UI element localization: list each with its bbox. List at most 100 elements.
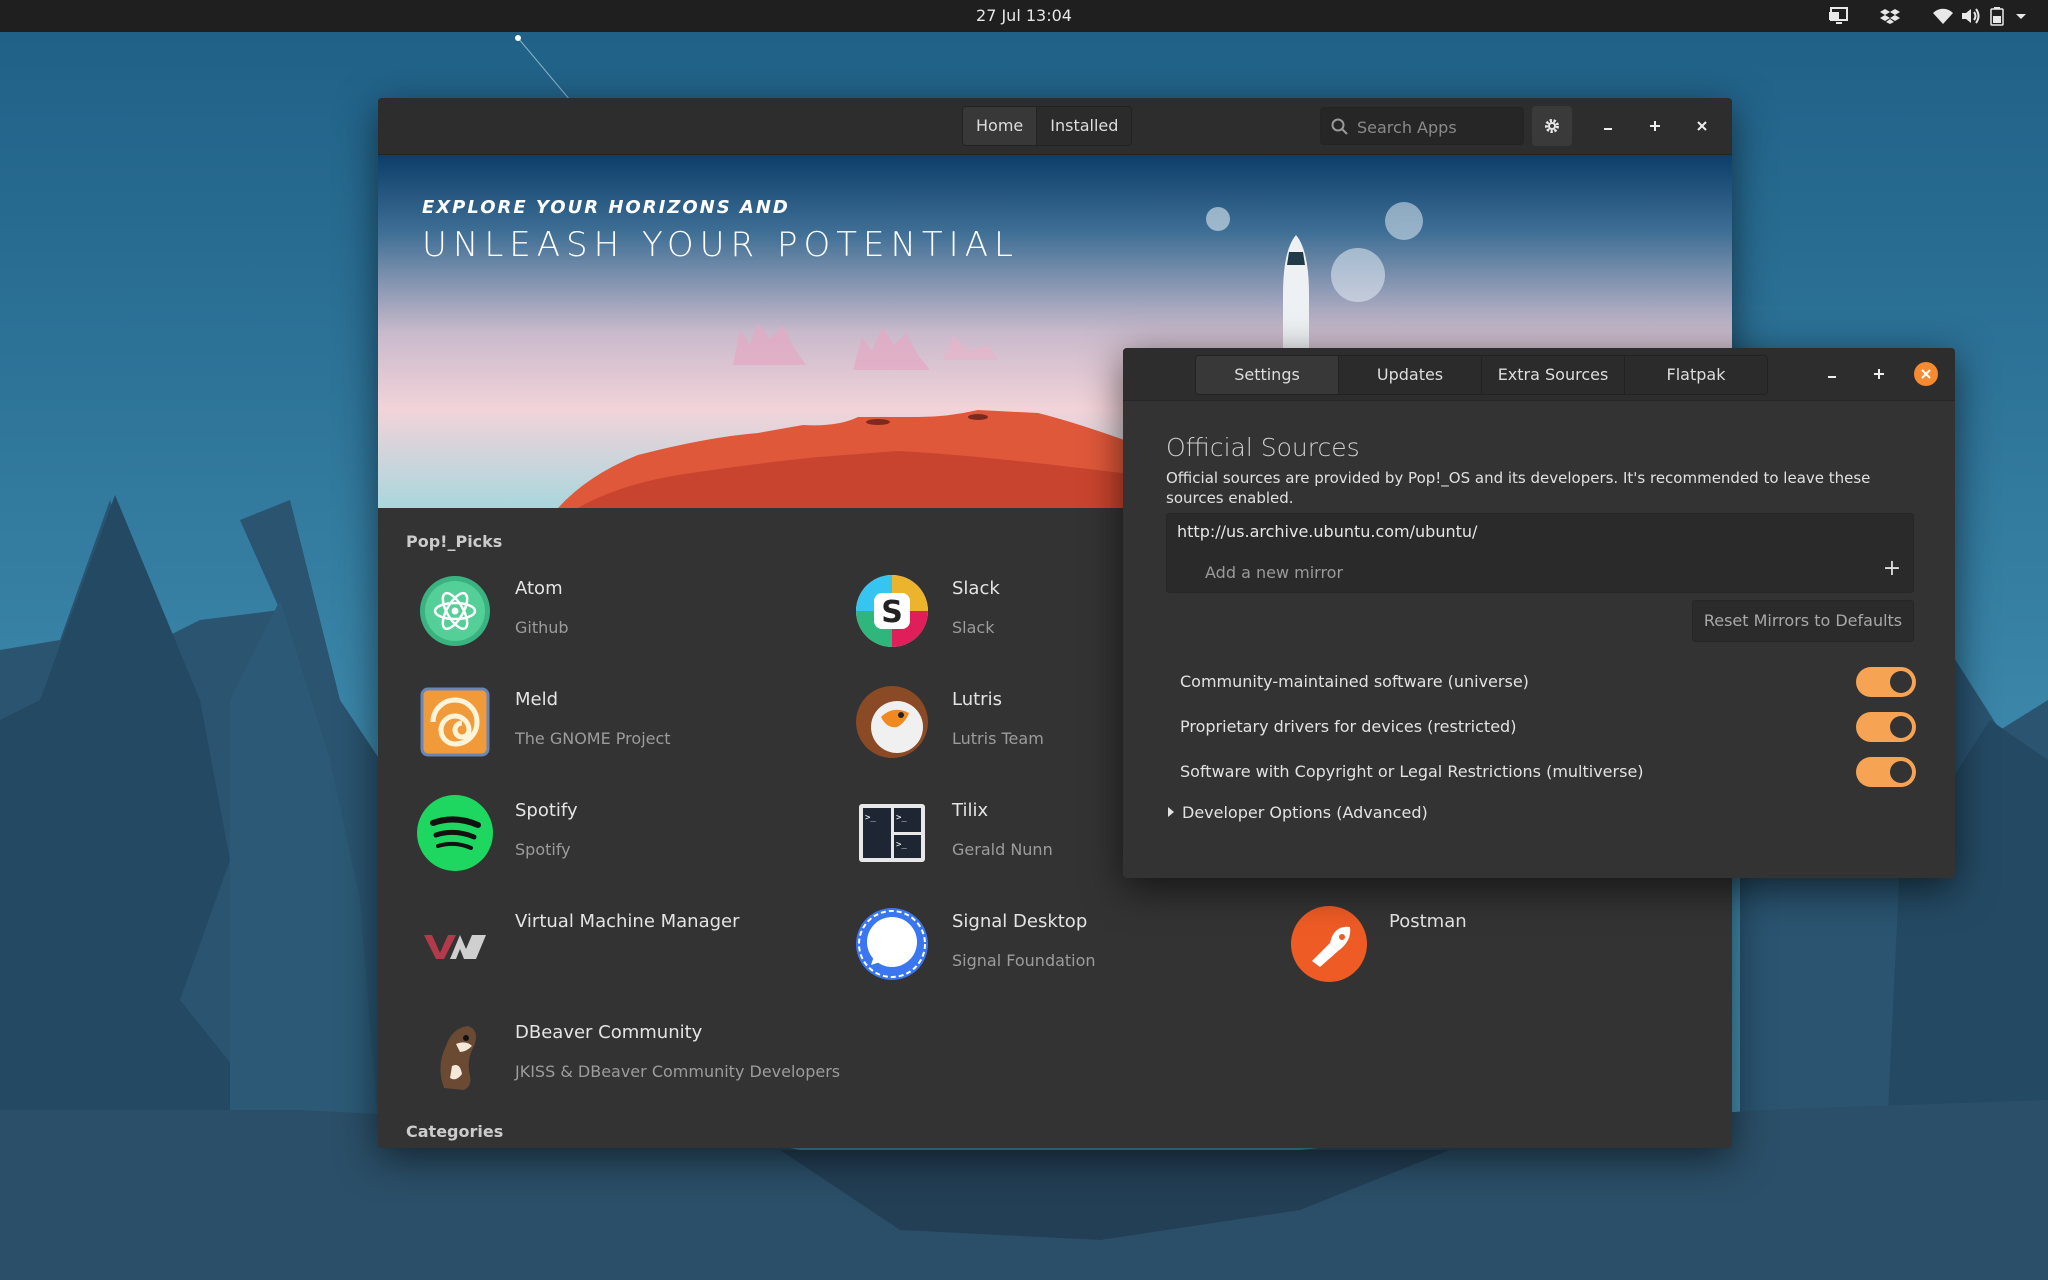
svg-text:>_: >_ [896,840,907,850]
spotify-icon [417,795,493,871]
app-name: Signal Desktop [952,911,1088,932]
svg-text:>_: >_ [865,813,876,823]
app-card-atom[interactable]: Atom Github [416,572,816,662]
app-developer: Slack [952,618,995,637]
app-name: DBeaver Community [515,1022,703,1043]
view-switcher: Home Installed [962,106,1133,146]
universe-switch[interactable] [1856,667,1916,697]
app-developer: The GNOME Project [515,729,671,748]
tab-updates[interactable]: Updates [1339,356,1482,394]
app-name: Virtual Machine Manager [515,911,740,932]
app-developer: Lutris Team [952,729,1044,748]
close-button[interactable] [1682,106,1722,146]
section-title: Official Sources [1166,433,1360,462]
app-card-virt-manager[interactable]: Virtual Machine Manager [416,905,816,995]
lutris-icon [856,686,928,758]
switch-knob [1890,671,1912,693]
app-name: Tilix [952,800,989,821]
search-input[interactable] [1355,108,1523,146]
toggle-label: Software with Copyright or Legal Restric… [1180,762,1644,781]
toggle-label: Proprietary drivers for devices (restric… [1180,717,1517,736]
app-card-spotify[interactable]: Spotify Spotify [416,794,816,884]
slack-icon: S [856,575,928,647]
volume-icon[interactable] [1960,6,1982,26]
reset-mirrors-button[interactable]: Reset Mirrors to Defaults [1692,600,1914,642]
dialog-maximize-button[interactable] [1859,354,1899,394]
meld-icon [420,687,490,757]
search-icon [1331,118,1348,135]
settings-tab-switcher: Settings Updates Extra Sources Flatpak [1195,355,1768,395]
minimize-button[interactable] [1588,106,1628,146]
mirror-url[interactable]: http://us.archive.ubuntu.com/ubuntu/ [1177,522,1477,541]
app-developer: Github [515,618,569,637]
toggle-row-multiverse: Software with Copyright or Legal Restric… [1180,754,1916,792]
app-developer: JKISS & DBeaver Community Developers [515,1062,841,1081]
app-name: Meld [515,689,559,710]
settings-button[interactable] [1532,106,1572,146]
minimize-icon [1604,128,1612,130]
tab-settings[interactable]: Settings [1196,356,1339,394]
top-bar: 27 Jul 13:04 [0,0,2048,32]
app-name: Postman [1389,911,1467,932]
add-mirror-input[interactable] [1203,558,1847,586]
tab-flatpak[interactable]: Flatpak [1625,356,1767,394]
dialog-minimize-button[interactable] [1812,354,1852,394]
battery-icon[interactable] [1990,6,2004,26]
restricted-switch[interactable] [1856,712,1916,742]
chevron-down-icon[interactable] [2014,6,2028,26]
header-bar: Home Installed [378,98,1732,155]
switch-knob [1890,716,1912,738]
clock[interactable]: 27 Jul 13:04 [0,0,2048,32]
tab-installed[interactable]: Installed [1037,107,1132,145]
section-title-picks: Pop!_Picks [406,532,503,551]
developer-options-expander[interactable]: Developer Options (Advanced) [1166,803,1428,822]
dialog-close-button[interactable] [1906,354,1946,394]
banner-headline: UNLEASH YOUR POTENTIAL [422,225,1019,265]
app-name: Atom [515,578,563,599]
close-icon [1914,362,1938,386]
dropbox-icon[interactable] [1880,6,1900,26]
wifi-icon[interactable] [1932,6,1954,26]
toggle-label: Community-maintained software (universe) [1180,672,1529,691]
svg-text:>_: >_ [896,813,907,823]
signal-icon [856,908,928,980]
chevron-right-icon [1168,807,1174,817]
toggle-row-universe: Community-maintained software (universe) [1180,664,1916,702]
plus-icon [1874,369,1884,379]
maximize-button[interactable] [1635,106,1675,146]
tab-home[interactable]: Home [963,107,1038,145]
tilix-icon: >_ >_ >_ [859,804,925,862]
app-developer: Spotify [515,840,571,859]
app-card-dbeaver[interactable]: DBeaver Community JKISS & DBeaver Commun… [416,1016,876,1106]
section-title-categories: Categories [406,1122,504,1141]
developer-options-label: Developer Options (Advanced) [1182,803,1428,822]
postman-icon [1291,906,1367,982]
app-name: Lutris [952,689,1002,710]
gear-icon [1545,119,1559,133]
toggle-row-restricted: Proprietary drivers for devices (restric… [1180,709,1916,747]
app-name: Slack [952,578,1000,599]
banner-tagline: EXPLORE YOUR HORIZONS AND [422,197,790,218]
mirror-list: http://us.archive.ubuntu.com/ubuntu/ + [1166,513,1914,593]
plus-icon [1650,121,1660,131]
screen-icon[interactable] [1828,6,1850,26]
search-box[interactable] [1320,107,1524,146]
multiverse-switch[interactable] [1856,757,1916,787]
tab-extra-sources[interactable]: Extra Sources [1482,356,1625,394]
app-name: Spotify [515,800,578,821]
minimize-icon [1828,376,1836,378]
section-description: Official sources are provided by Pop!_OS… [1166,469,1871,507]
settings-dialog: Settings Updates Extra Sources Flatpak O… [1123,348,1955,878]
svg-text:S: S [881,595,903,630]
switch-knob [1890,761,1912,783]
app-developer: Signal Foundation [952,951,1096,970]
app-card-postman[interactable]: Postman [1290,905,1690,995]
app-card-meld[interactable]: Meld The GNOME Project [416,683,816,773]
vmm-icon [424,935,486,959]
app-card-signal[interactable]: Signal Desktop Signal Foundation [853,905,1253,995]
settings-header-bar: Settings Updates Extra Sources Flatpak [1123,348,1955,401]
add-mirror-button[interactable]: + [1881,556,1903,582]
close-icon [1697,121,1707,131]
dbeaver-icon [440,1026,476,1090]
atom-icon [420,576,490,646]
